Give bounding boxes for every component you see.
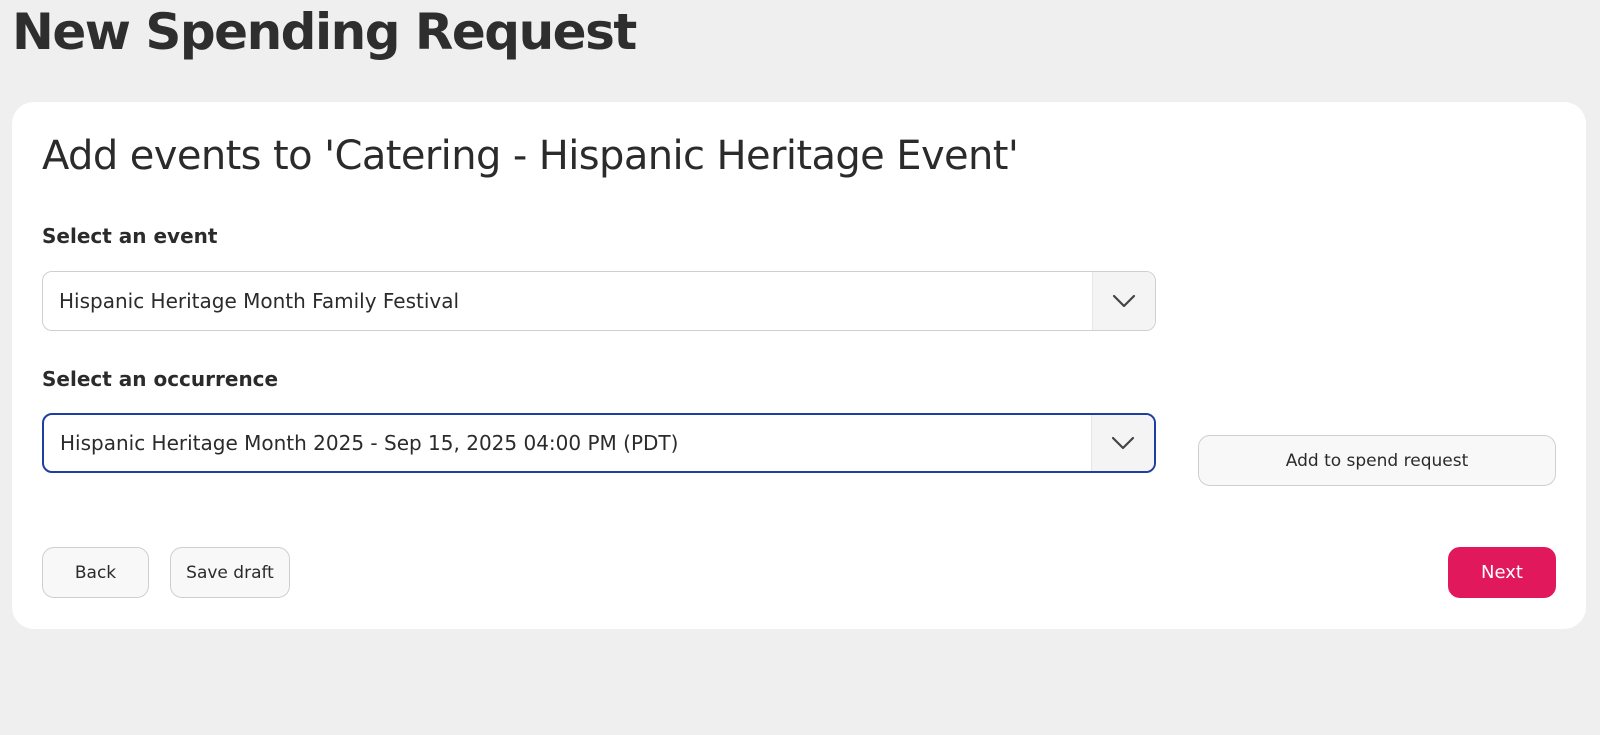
occurrence-select[interactable]: Hispanic Heritage Month 2025 - Sep 15, 2… <box>42 413 1156 473</box>
event-select-value: Hispanic Heritage Month Family Festival <box>59 289 460 313</box>
save-draft-button[interactable]: Save draft <box>170 547 290 598</box>
add-to-spend-request-button[interactable]: Add to spend request <box>1198 435 1556 486</box>
page-title: New Spending Request <box>12 3 637 61</box>
chevron-down-icon[interactable] <box>1092 272 1155 330</box>
chevron-down-icon[interactable] <box>1091 415 1154 471</box>
form-title: Add events to 'Catering - Hispanic Herit… <box>42 133 1019 179</box>
form-card: Add events to 'Catering - Hispanic Herit… <box>12 102 1586 629</box>
event-select[interactable]: Hispanic Heritage Month Family Festival <box>42 271 1156 331</box>
back-button[interactable]: Back <box>42 547 149 598</box>
next-button[interactable]: Next <box>1448 547 1556 598</box>
occurrence-select-label: Select an occurrence <box>42 367 279 391</box>
occurrence-select-value: Hispanic Heritage Month 2025 - Sep 15, 2… <box>60 431 679 455</box>
event-select-label: Select an event <box>42 224 218 248</box>
